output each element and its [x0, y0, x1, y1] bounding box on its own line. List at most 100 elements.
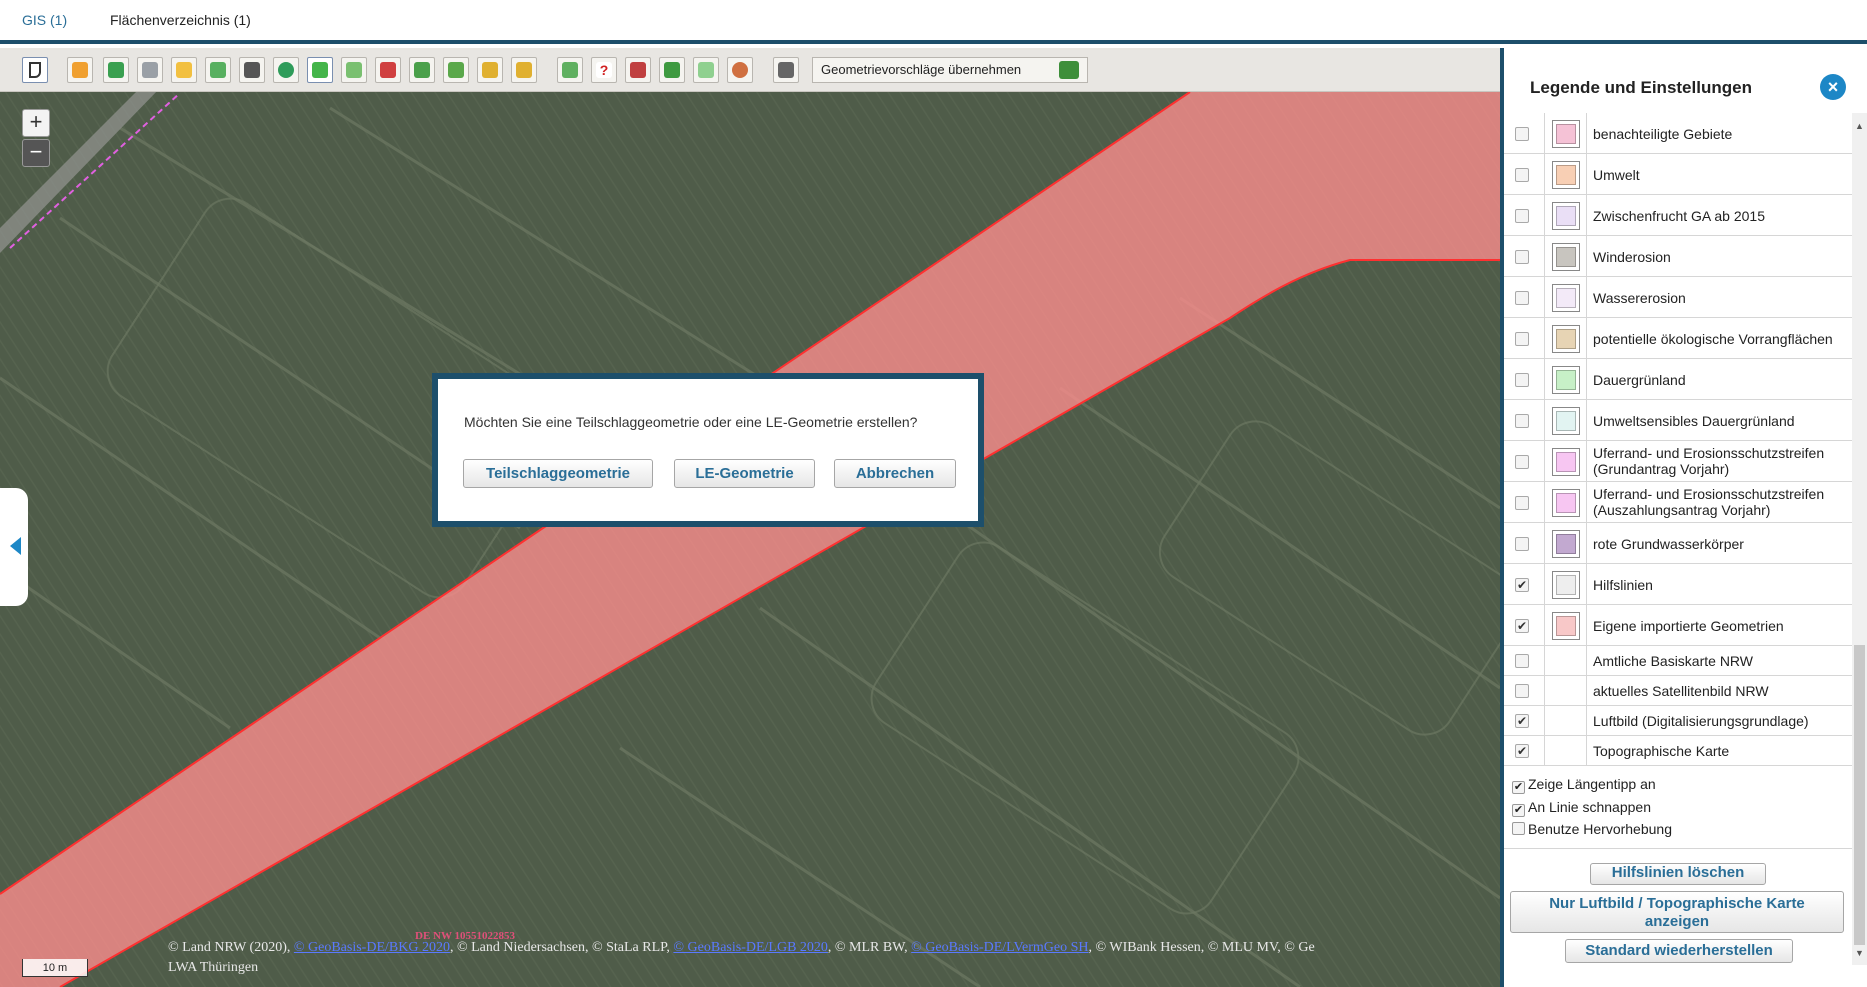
legend-checkbox[interactable] [1515, 331, 1529, 346]
cut-scissors-icon[interactable] [137, 57, 163, 83]
legend-row: Umwelt [1504, 154, 1852, 195]
legend-label-line: (Grundantrag Vorjahr) [1593, 461, 1730, 477]
option-snap-line[interactable]: ✔ An Linie schnappen [1512, 799, 1651, 817]
legend-divider [1544, 113, 1545, 153]
legend-row: Uferrand- und Erosionsschutzstreifen (Aus… [1504, 482, 1852, 523]
legend-row: Amtliche Basiskarte NRW [1504, 646, 1852, 676]
teilschlaggeometrie-button[interactable]: Teilschlaggeometrie [463, 459, 653, 488]
sidebar-toggle[interactable] [0, 488, 28, 606]
vertex-icon[interactable] [341, 57, 367, 83]
legend-settings-panel: Legende und Einstellungen × benachteilig… [1500, 48, 1867, 987]
move-icon[interactable] [307, 57, 333, 83]
attribution-link-bkg[interactable]: © GeoBasis-DE/BKG 2020 [294, 940, 450, 955]
legend-divider [1586, 400, 1587, 440]
legend-divider [1544, 736, 1545, 765]
legend-checkbox[interactable] [1515, 654, 1529, 668]
layer-icon[interactable] [273, 57, 299, 83]
legend-checkbox[interactable] [1515, 454, 1529, 469]
legend-row: ✔ Topographische Karte [1504, 736, 1852, 766]
split-icon[interactable] [205, 57, 231, 83]
scroll-down-icon[interactable]: ▼ [1855, 948, 1864, 958]
list-icon[interactable] [773, 57, 799, 83]
legend-divider [1586, 564, 1587, 604]
tab-gis[interactable]: GIS (1) [22, 12, 67, 28]
legend-label: Wassererosion [1593, 289, 1686, 306]
only-aerial-topo-button[interactable]: Nur Luftbild / Topographische Karte anze… [1510, 891, 1844, 933]
legend-label: aktuelles Satellitenbild NRW [1593, 683, 1769, 699]
attribution-text: , © WIBank Hessen, © MLU MV, © Ge [1088, 940, 1315, 955]
legend-label-line: Uferrand- und Erosionsschutzstreifen [1593, 445, 1825, 461]
select-arrow-icon[interactable] [22, 57, 48, 83]
legend-swatch [1552, 365, 1580, 394]
option-checkbox[interactable]: ✔ [1512, 781, 1525, 794]
shift-icon[interactable] [409, 57, 435, 83]
legend-row: Winderosion [1504, 236, 1852, 277]
attribution-link-lvermgeo[interactable]: © GeoBasis-DE/LVermGeo SH [911, 940, 1088, 955]
legend-checkbox[interactable] [1515, 290, 1529, 305]
grid-icon[interactable] [557, 57, 583, 83]
accept-geometry-suggestions-button[interactable]: Geometrievorschläge übernehmen [812, 57, 1088, 83]
le-geometrie-button[interactable]: LE-Geometrie [674, 459, 815, 488]
legend-checkbox[interactable]: ✔ [1515, 618, 1529, 633]
copy-geometry-icon[interactable] [511, 57, 537, 83]
legend-label: benachteiligte Gebiete [1593, 125, 1733, 142]
legend-divider [1544, 359, 1545, 399]
edit-pencil-icon[interactable] [67, 57, 93, 83]
pen-icon[interactable] [171, 57, 197, 83]
legend-checkbox[interactable]: ✔ [1515, 714, 1529, 728]
legend-checkbox[interactable] [1515, 249, 1529, 264]
merge-icon[interactable] [375, 57, 401, 83]
legend-checkbox[interactable] [1515, 413, 1529, 428]
legend-row: potentielle ökologische Vorrangflächen [1504, 318, 1852, 359]
only-aerial-topo-label: Nur Luftbild / Topographische Karte [1549, 895, 1805, 912]
legend-checkbox[interactable] [1515, 495, 1529, 510]
option-highlight[interactable]: Benutze Hervorhebung [1512, 821, 1672, 837]
legend-checkbox[interactable]: ✔ [1515, 744, 1529, 758]
close-icon[interactable]: × [1820, 74, 1846, 100]
scroll-up-icon[interactable]: ▲ [1855, 121, 1864, 131]
import-icon[interactable] [625, 57, 651, 83]
tab-flaechenverzeichnis[interactable]: Flächenverzeichnis (1) [110, 12, 251, 28]
reshape-icon[interactable] [477, 57, 503, 83]
legend-label: Luftbild (Digitalisierungsgrundlage) [1593, 713, 1809, 729]
legend-scrollbar[interactable]: ▲ ▼ [1852, 113, 1867, 965]
buffer-icon[interactable] [693, 57, 719, 83]
legend-swatch [1552, 242, 1580, 271]
cancel-button[interactable]: Abbrechen [834, 459, 956, 488]
legend-divider [1586, 318, 1587, 358]
legend-label: rote Grundwasserkörper [1593, 535, 1744, 552]
legend-checkbox[interactable] [1515, 208, 1529, 223]
legend-label: Dauergrünland [1593, 371, 1686, 388]
clear-guidelines-button[interactable]: Hilfslinien löschen [1590, 863, 1766, 885]
option-checkbox[interactable] [1512, 822, 1525, 835]
export-icon[interactable] [659, 57, 685, 83]
option-length-tip[interactable]: ✔ Zeige Längentipp an [1512, 776, 1656, 794]
legend-checkbox[interactable] [1515, 126, 1529, 141]
legend-checkbox[interactable] [1515, 372, 1529, 387]
zoom-in-button[interactable]: + [22, 109, 50, 137]
legend-swatch [1552, 447, 1580, 476]
transform-icon[interactable] [443, 57, 469, 83]
option-checkbox[interactable]: ✔ [1512, 804, 1525, 817]
legend-swatch [1552, 160, 1580, 189]
attribution-text: , © MLR BW, [827, 940, 912, 955]
legend-row: ✔ Luftbild (Digitalisierungsgrundlage) [1504, 706, 1852, 736]
attribution-link-lgb[interactable]: © GeoBasis-DE/LGB 2020 [673, 940, 828, 955]
restore-defaults-button[interactable]: Standard wiederherstellen [1565, 939, 1793, 963]
scrollbar-thumb[interactable] [1854, 645, 1865, 945]
legend-checkbox[interactable]: ✔ [1515, 577, 1529, 592]
legend-checkbox[interactable] [1515, 536, 1529, 551]
legend-checkbox[interactable] [1515, 684, 1529, 698]
legend-checkbox[interactable] [1515, 167, 1529, 182]
legend-divider [1586, 706, 1587, 735]
legend-label: Uferrand- und Erosionsschutzstreifen (Gru… [1593, 445, 1824, 477]
legend-divider [1586, 676, 1587, 705]
legend-row: Wassererosion [1504, 277, 1852, 318]
measure-icon[interactable] [727, 57, 753, 83]
zoom-out-button[interactable]: − [22, 139, 50, 167]
legend-divider [1586, 236, 1587, 276]
help-icon[interactable]: ? [591, 57, 617, 83]
delete-trash-icon[interactable] [239, 57, 265, 83]
legend-divider [1544, 400, 1545, 440]
draw-polygon-icon[interactable] [103, 57, 129, 83]
